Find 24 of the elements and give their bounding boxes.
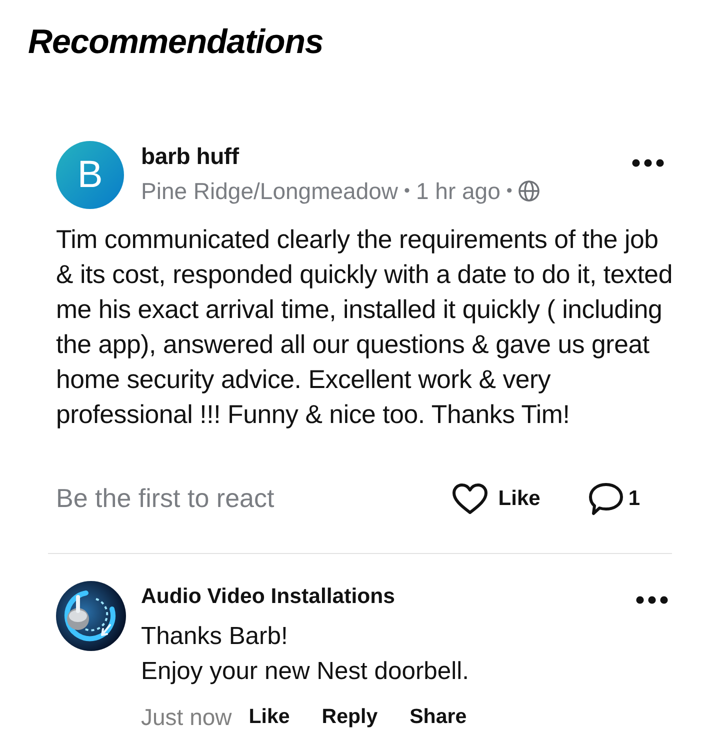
more-options-icon[interactable] — [636, 596, 668, 604]
more-options-icon[interactable] — [632, 158, 664, 167]
comment-action-link[interactable]: Like — [248, 704, 290, 730]
post-text: Tim communicated clearly the requirements of the job & its cost, responded quickly with a date to do it, texted me his exact arrival time, installed it quickly ( including the app), answered all our questions & gave us great home security advice. Excellent work & very professional !!! Funny & nice too. Thanks Tim! — [56, 224, 674, 431]
page-title: Recommendations — [28, 22, 324, 63]
like-button[interactable]: Like — [452, 482, 540, 515]
comment-time: Just now — [141, 704, 232, 730]
power-logo-avatar-icon — [56, 580, 126, 651]
author-name[interactable]: barb huff — [141, 140, 615, 171]
globe-icon — [518, 180, 540, 202]
separator-dot: • — [506, 180, 512, 202]
post-meta-text: 1 hr ago — [416, 176, 500, 206]
separator-dot: • — [404, 180, 410, 202]
speech-bubble-icon — [588, 482, 624, 516]
comment-button[interactable]: 1 — [588, 482, 640, 516]
author-avatar: B — [56, 140, 124, 209]
comment-text: Enjoy your new Nest doorbell. — [141, 656, 470, 687]
heart-icon — [452, 482, 488, 515]
comment-action-link[interactable]: Share — [410, 704, 467, 730]
post-meta-text: Pine Ridge/Longmeadow — [141, 176, 398, 206]
comment-action-link[interactable]: Reply — [322, 704, 378, 730]
comment-text: Thanks Barb! — [141, 622, 289, 652]
commenter-name[interactable]: Audio Video Installations — [141, 582, 396, 609]
reaction-prompt: Be the first to react — [56, 482, 276, 516]
